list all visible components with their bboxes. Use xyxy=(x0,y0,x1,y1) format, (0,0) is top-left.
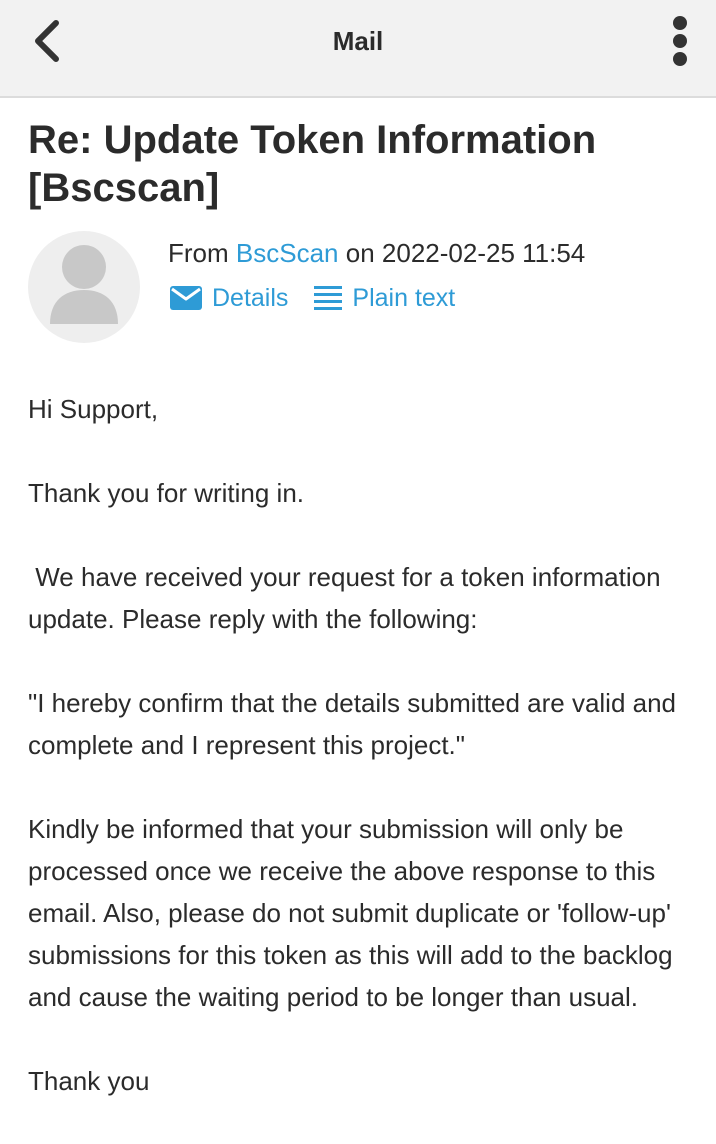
body-closing: Thank you xyxy=(28,1066,150,1096)
message-date: 2022-02-25 11:54 xyxy=(381,238,586,268)
person-icon xyxy=(50,245,118,324)
app-title: Mail xyxy=(332,26,384,56)
body-paragraph-4: Kindly be informed that your submission … xyxy=(28,814,673,1012)
body-paragraph-2: We have received your request for a toke… xyxy=(28,562,668,634)
sender-link[interactable]: BscScan xyxy=(236,238,339,268)
body-greeting: Hi Support, xyxy=(28,394,159,424)
overflow-menu-button[interactable] xyxy=(656,10,704,72)
body-paragraph-3: "I hereby confirm that the details submi… xyxy=(28,688,677,760)
plain-text-label: Plain text xyxy=(352,283,456,312)
message-actions: Details Plain text xyxy=(170,280,481,316)
message-subject: Re: Update Token Information [Bscscan] xyxy=(28,118,597,210)
date-connector: on xyxy=(345,238,375,268)
details-label: Details xyxy=(212,283,289,312)
body-paragraph-1: Thank you for writing in. xyxy=(28,478,305,508)
lines-icon xyxy=(314,286,343,310)
message-body: Hi Support, Thank you for writing in. We… xyxy=(28,388,698,1144)
details-button[interactable]: Details xyxy=(170,284,288,313)
back-button[interactable] xyxy=(22,14,70,68)
sender-avatar xyxy=(28,231,140,343)
chevron-left-icon xyxy=(35,20,59,62)
envelope-icon xyxy=(170,286,202,310)
top-app-bar: Mail xyxy=(0,0,716,98)
from-line: From BscScan on 2022-02-25 11:54 xyxy=(168,236,708,270)
from-label: From xyxy=(168,238,229,268)
plain-text-button[interactable]: Plain text xyxy=(314,284,455,313)
more-vertical-icon xyxy=(673,16,687,66)
